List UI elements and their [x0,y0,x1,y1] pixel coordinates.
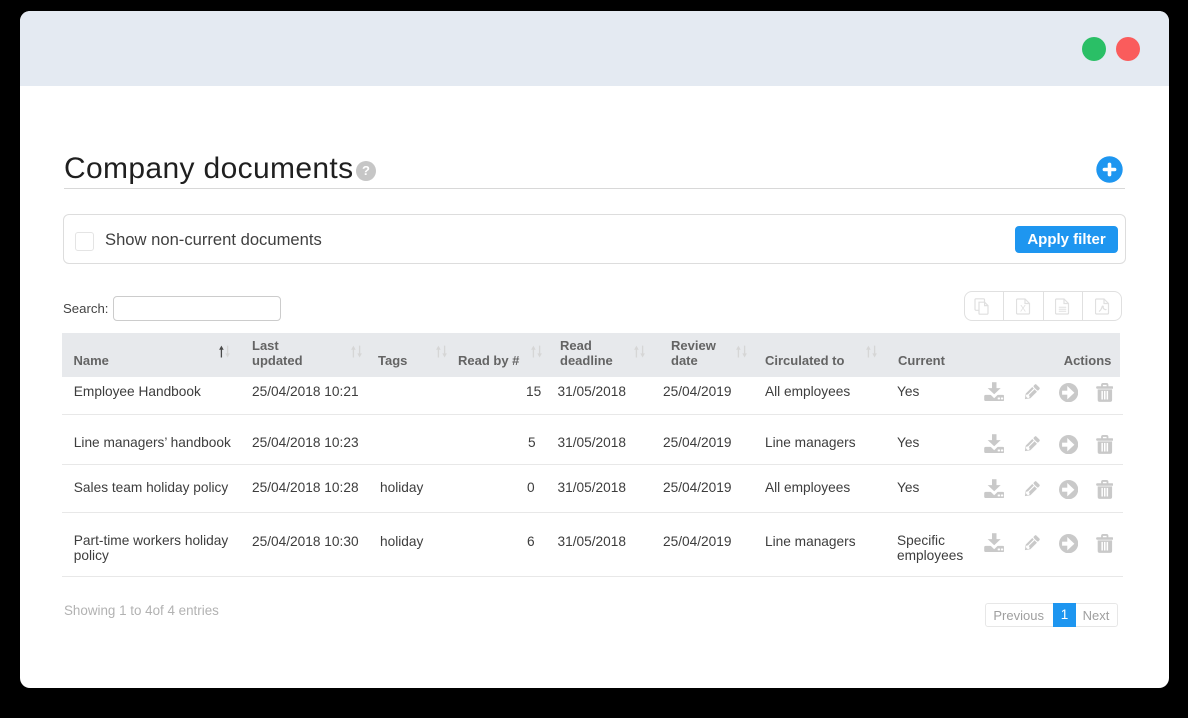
svg-text:X: X [1020,303,1026,313]
